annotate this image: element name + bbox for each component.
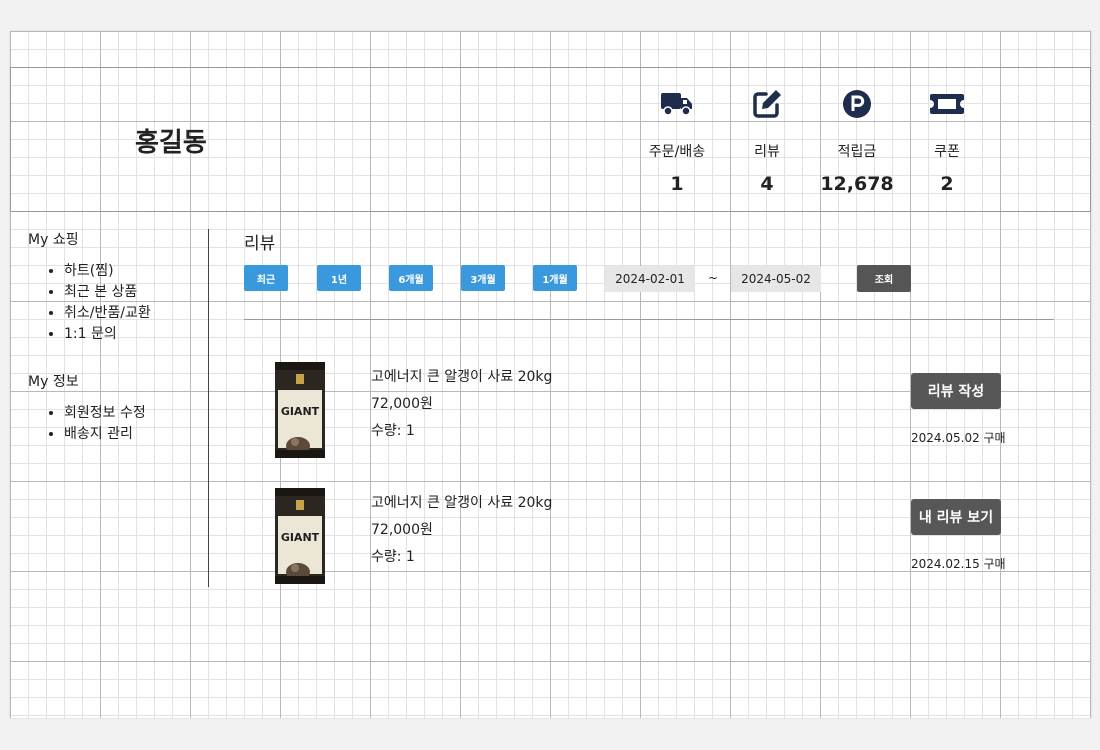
my-info-heading: My 정보: [28, 374, 79, 390]
product-quantity: 수량: 1: [371, 423, 415, 439]
date-range-separator: ~: [708, 271, 719, 285]
divider: [244, 319, 1054, 320]
product-info: 고에너지 큰 알갱이 사료 20kg 72,000원 수량: 1: [371, 366, 552, 447]
write-review-button[interactable]: 리뷰 작성: [911, 373, 1001, 409]
sidebar-item-cancel-return[interactable]: 취소/반품/교환: [64, 303, 208, 324]
stat-coupons-label: 쿠폰: [934, 144, 960, 160]
page-title: 리뷰: [244, 234, 276, 254]
review-item: GIANT 고에너지 큰 알갱이 사료 20kg 72,000원 수량: 1 내…: [244, 486, 1056, 586]
product-info: 고에너지 큰 알갱이 사료 20kg 72,000원 수량: 1: [371, 492, 552, 573]
product-image-brand: GIANT: [281, 405, 320, 418]
end-date-input[interactable]: [731, 266, 821, 292]
my-shopping-menu: 하트(찜) 최근 본 상품 취소/반품/교환 1:1 문의: [28, 261, 208, 345]
stat-orders-value: 1: [670, 173, 684, 195]
view-my-review-button[interactable]: 내 리뷰 보기: [911, 499, 1001, 535]
my-info-menu: 회원정보 수정 배송지 관리: [28, 403, 208, 445]
purchase-date: 2024.02.15 구매: [911, 557, 1006, 571]
stat-orders[interactable]: 주문/배송 1: [632, 87, 722, 195]
stat-reviews[interactable]: 리뷰 4: [722, 87, 812, 195]
user-name: 홍길동: [135, 128, 207, 158]
product-quantity: 수량: 1: [371, 549, 415, 565]
sidebar-item-addresses[interactable]: 배송지 관리: [64, 424, 208, 445]
my-shopping-heading: My 쇼핑: [28, 232, 79, 248]
stat-points[interactable]: 적립금 12,678: [812, 87, 902, 195]
stat-points-value: 12,678: [820, 173, 894, 195]
stat-reviews-label: 리뷰: [754, 144, 780, 160]
sidebar-item-inquiry[interactable]: 1:1 문의: [64, 324, 208, 345]
product-image[interactable]: GIANT: [274, 360, 326, 460]
review-section: 리뷰 최근 1년 6개월 3개월 1개월 ~ 조회 GIANT: [244, 229, 1056, 584]
period-filter-bar: 최근 1년 6개월 3개월 1개월 ~ 조회: [244, 265, 1056, 293]
filter-6months-button[interactable]: 6개월: [389, 265, 433, 291]
product-image-brand: GIANT: [281, 531, 320, 544]
sidebar: My 쇼핑 하트(찜) 최근 본 상품 취소/반품/교환 1:1 문의 My 정…: [28, 229, 209, 587]
stat-reviews-value: 4: [760, 173, 774, 195]
review-item: GIANT 고에너지 큰 알갱이 사료 20kg 72,000원 수량: 1 리…: [244, 360, 1056, 460]
filter-1month-button[interactable]: 1개월: [533, 265, 577, 291]
ticket-icon: [902, 87, 992, 121]
edit-icon: [722, 87, 812, 121]
product-price: 72,000원: [371, 522, 433, 538]
profile-summary: 홍길동 주문/배송 1 리뷰 4 적립금 12,678 쿠폰 2: [10, 67, 1091, 212]
stat-coupons-value: 2: [940, 173, 954, 195]
product-name[interactable]: 고에너지 큰 알갱이 사료 20kg: [371, 492, 552, 519]
sidebar-item-edit-profile[interactable]: 회원정보 수정: [64, 403, 208, 424]
filter-1year-button[interactable]: 1년: [317, 265, 361, 291]
product-name[interactable]: 고에너지 큰 알갱이 사료 20kg: [371, 366, 552, 393]
product-image[interactable]: GIANT: [274, 486, 326, 586]
purchase-date: 2024.05.02 구매: [911, 431, 1006, 445]
truck-icon: [632, 87, 722, 121]
start-date-input[interactable]: [605, 266, 695, 292]
stat-points-label: 적립금: [837, 144, 877, 160]
points-icon: [812, 87, 902, 121]
page: 홍길동 주문/배송 1 리뷰 4 적립금 12,678 쿠폰 2 My 쇼핑 •…: [10, 31, 1091, 718]
sidebar-item-recent-viewed[interactable]: 최근 본 상품: [64, 282, 208, 303]
sidebar-item-hearts[interactable]: 하트(찜): [64, 261, 208, 282]
query-button[interactable]: 조회: [857, 265, 911, 292]
product-price: 72,000원: [371, 396, 433, 412]
stat-orders-label: 주문/배송: [648, 144, 706, 160]
stat-coupons[interactable]: 쿠폰 2: [902, 87, 992, 195]
filter-recent-button[interactable]: 최근: [244, 265, 288, 291]
filter-3months-button[interactable]: 3개월: [461, 265, 505, 291]
